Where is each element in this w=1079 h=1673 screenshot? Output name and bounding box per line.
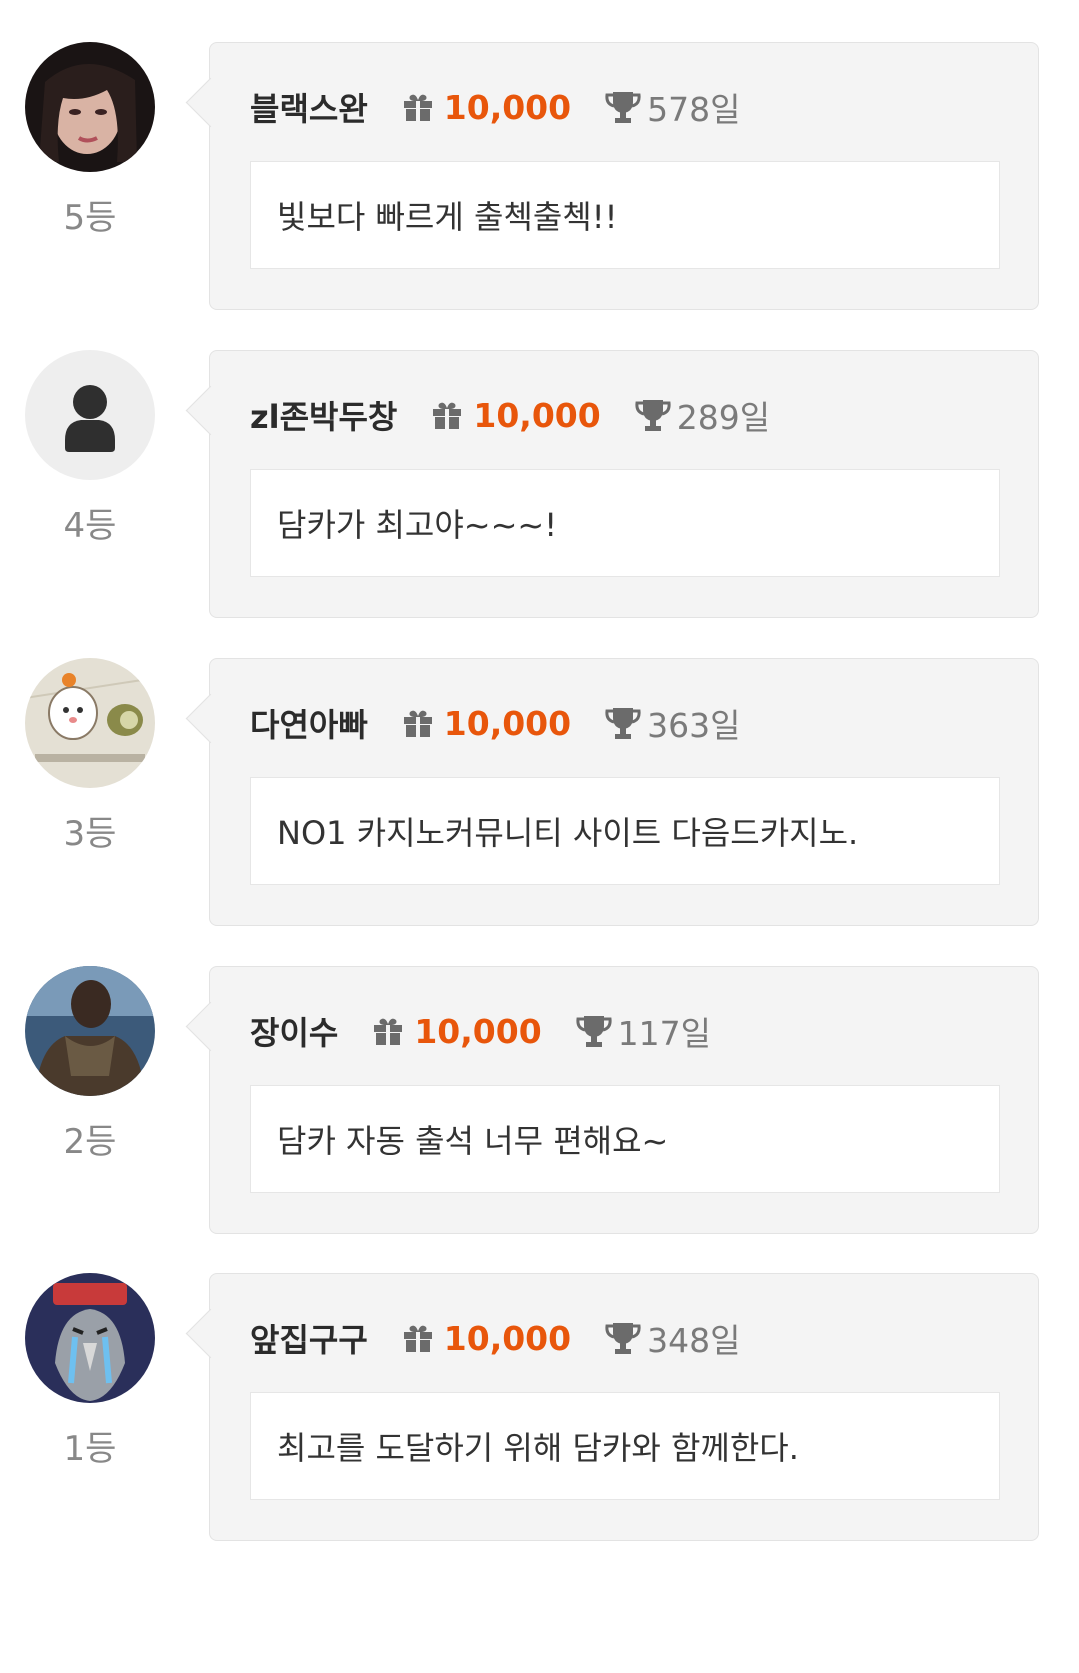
crying-cartoon-icon [25,1273,155,1403]
comment-meta: 장이수 10,000 117일 [250,1008,712,1054]
comment-meta: zl존박두창 10,000 289일 [250,392,771,438]
gift-icon [374,1018,403,1045]
attendance-days: 578일 [647,90,741,129]
comment-message: NO1 카지노커뮤니티 사이트 다음드카지노. [250,777,1000,885]
comment-card: 앞집구구 10,000 348일 최고를 도달하기 위해 담카와 함께한다. [185,1273,1039,1541]
attendance-days: 363일 [647,706,741,745]
comment-meta: 블랙스완 10,000 578일 [250,84,741,130]
card-pointer [185,1308,236,1359]
hamster-cartoon-icon [25,658,155,788]
comment-message: 빛보다 빠르게 출첵출첵!! [250,161,1000,269]
trophy-icon [605,1323,641,1354]
attendance-days: 348일 [647,1321,741,1360]
list-item: 4등 zl존박두창 10,000 289일 담카가 최고야~~~! [0,350,1079,630]
comment-card: 블랙스완 10,000 578일 빛보다 빠르게 출첵출첵!! [185,42,1039,310]
comment-meta: 다연아빠 10,000 363일 [250,700,741,746]
avatar[interactable] [25,1273,155,1403]
comment-card: zl존박두창 10,000 289일 담카가 최고야~~~! [185,350,1039,618]
list-item: 1등 앞집구구 10,000 348일 최고를 도달하기 위해 담카와 함께한다… [0,1273,1079,1553]
nickname[interactable]: 다연아빠 [250,700,368,746]
attendance-days: 289일 [676,398,771,437]
attendance-days: 117일 [617,1014,712,1053]
list-item: 5등 블랙스완 10,000 578일 빛보다 빠르게 출첵출첵!! [0,42,1079,322]
avatar[interactable] [25,42,155,172]
comment-message: 최고를 도달하기 위해 담카와 함께한다. [250,1392,1000,1500]
points-value: 10,000 [443,703,572,743]
nickname[interactable]: 장이수 [250,1008,338,1054]
avatar[interactable] [25,658,155,788]
rank-label: 5등 [63,198,117,238]
nickname[interactable]: zl존박두창 [250,392,397,438]
attendance-list: 5등 블랙스완 10,000 578일 빛보다 빠르게 출첵출첵!! 4등 zl… [0,0,1079,1673]
avatar[interactable] [25,966,155,1096]
comment-meta: 앞집구구 10,000 348일 [250,1315,741,1361]
gift-icon [433,402,462,429]
gift-icon [403,94,432,121]
rank-label: 1등 [63,1429,117,1469]
comment-card: 다연아빠 10,000 363일 NO1 카지노커뮤니티 사이트 다음드카지노. [185,658,1039,926]
default-user-icon [25,350,155,480]
rank-label: 4등 [63,506,117,546]
photo-man-icon [25,966,155,1096]
points-value: 10,000 [473,395,601,435]
card-pointer [185,1001,236,1052]
comment-card: 장이수 10,000 117일 담카 자동 출석 너무 편해요~ [185,966,1039,1234]
comment-message: 담카가 최고야~~~! [250,469,1000,577]
nickname[interactable]: 블랙스완 [250,84,368,130]
rank-label: 2등 [63,1122,117,1162]
gift-icon [403,710,432,737]
nickname[interactable]: 앞집구구 [250,1315,368,1361]
card-pointer [185,385,236,436]
trophy-icon [576,1016,612,1047]
points-value: 10,000 [443,1318,572,1358]
photo-woman-icon [25,42,155,172]
points-value: 10,000 [414,1011,542,1051]
trophy-icon [635,400,671,431]
rank-label: 3등 [63,814,117,854]
gift-icon [403,1325,432,1352]
points-value: 10,000 [443,87,572,127]
avatar[interactable] [25,350,155,480]
card-pointer [185,693,236,744]
comment-message: 담카 자동 출석 너무 편해요~ [250,1085,1000,1193]
card-pointer [185,77,236,128]
list-item: 3등 다연아빠 10,000 363일 NO1 카지노커뮤니티 사이트 다음드카… [0,658,1079,938]
list-item: 2등 장이수 10,000 117일 담카 자동 출석 너무 편해요~ [0,966,1079,1246]
trophy-icon [605,708,641,739]
trophy-icon [605,92,641,123]
